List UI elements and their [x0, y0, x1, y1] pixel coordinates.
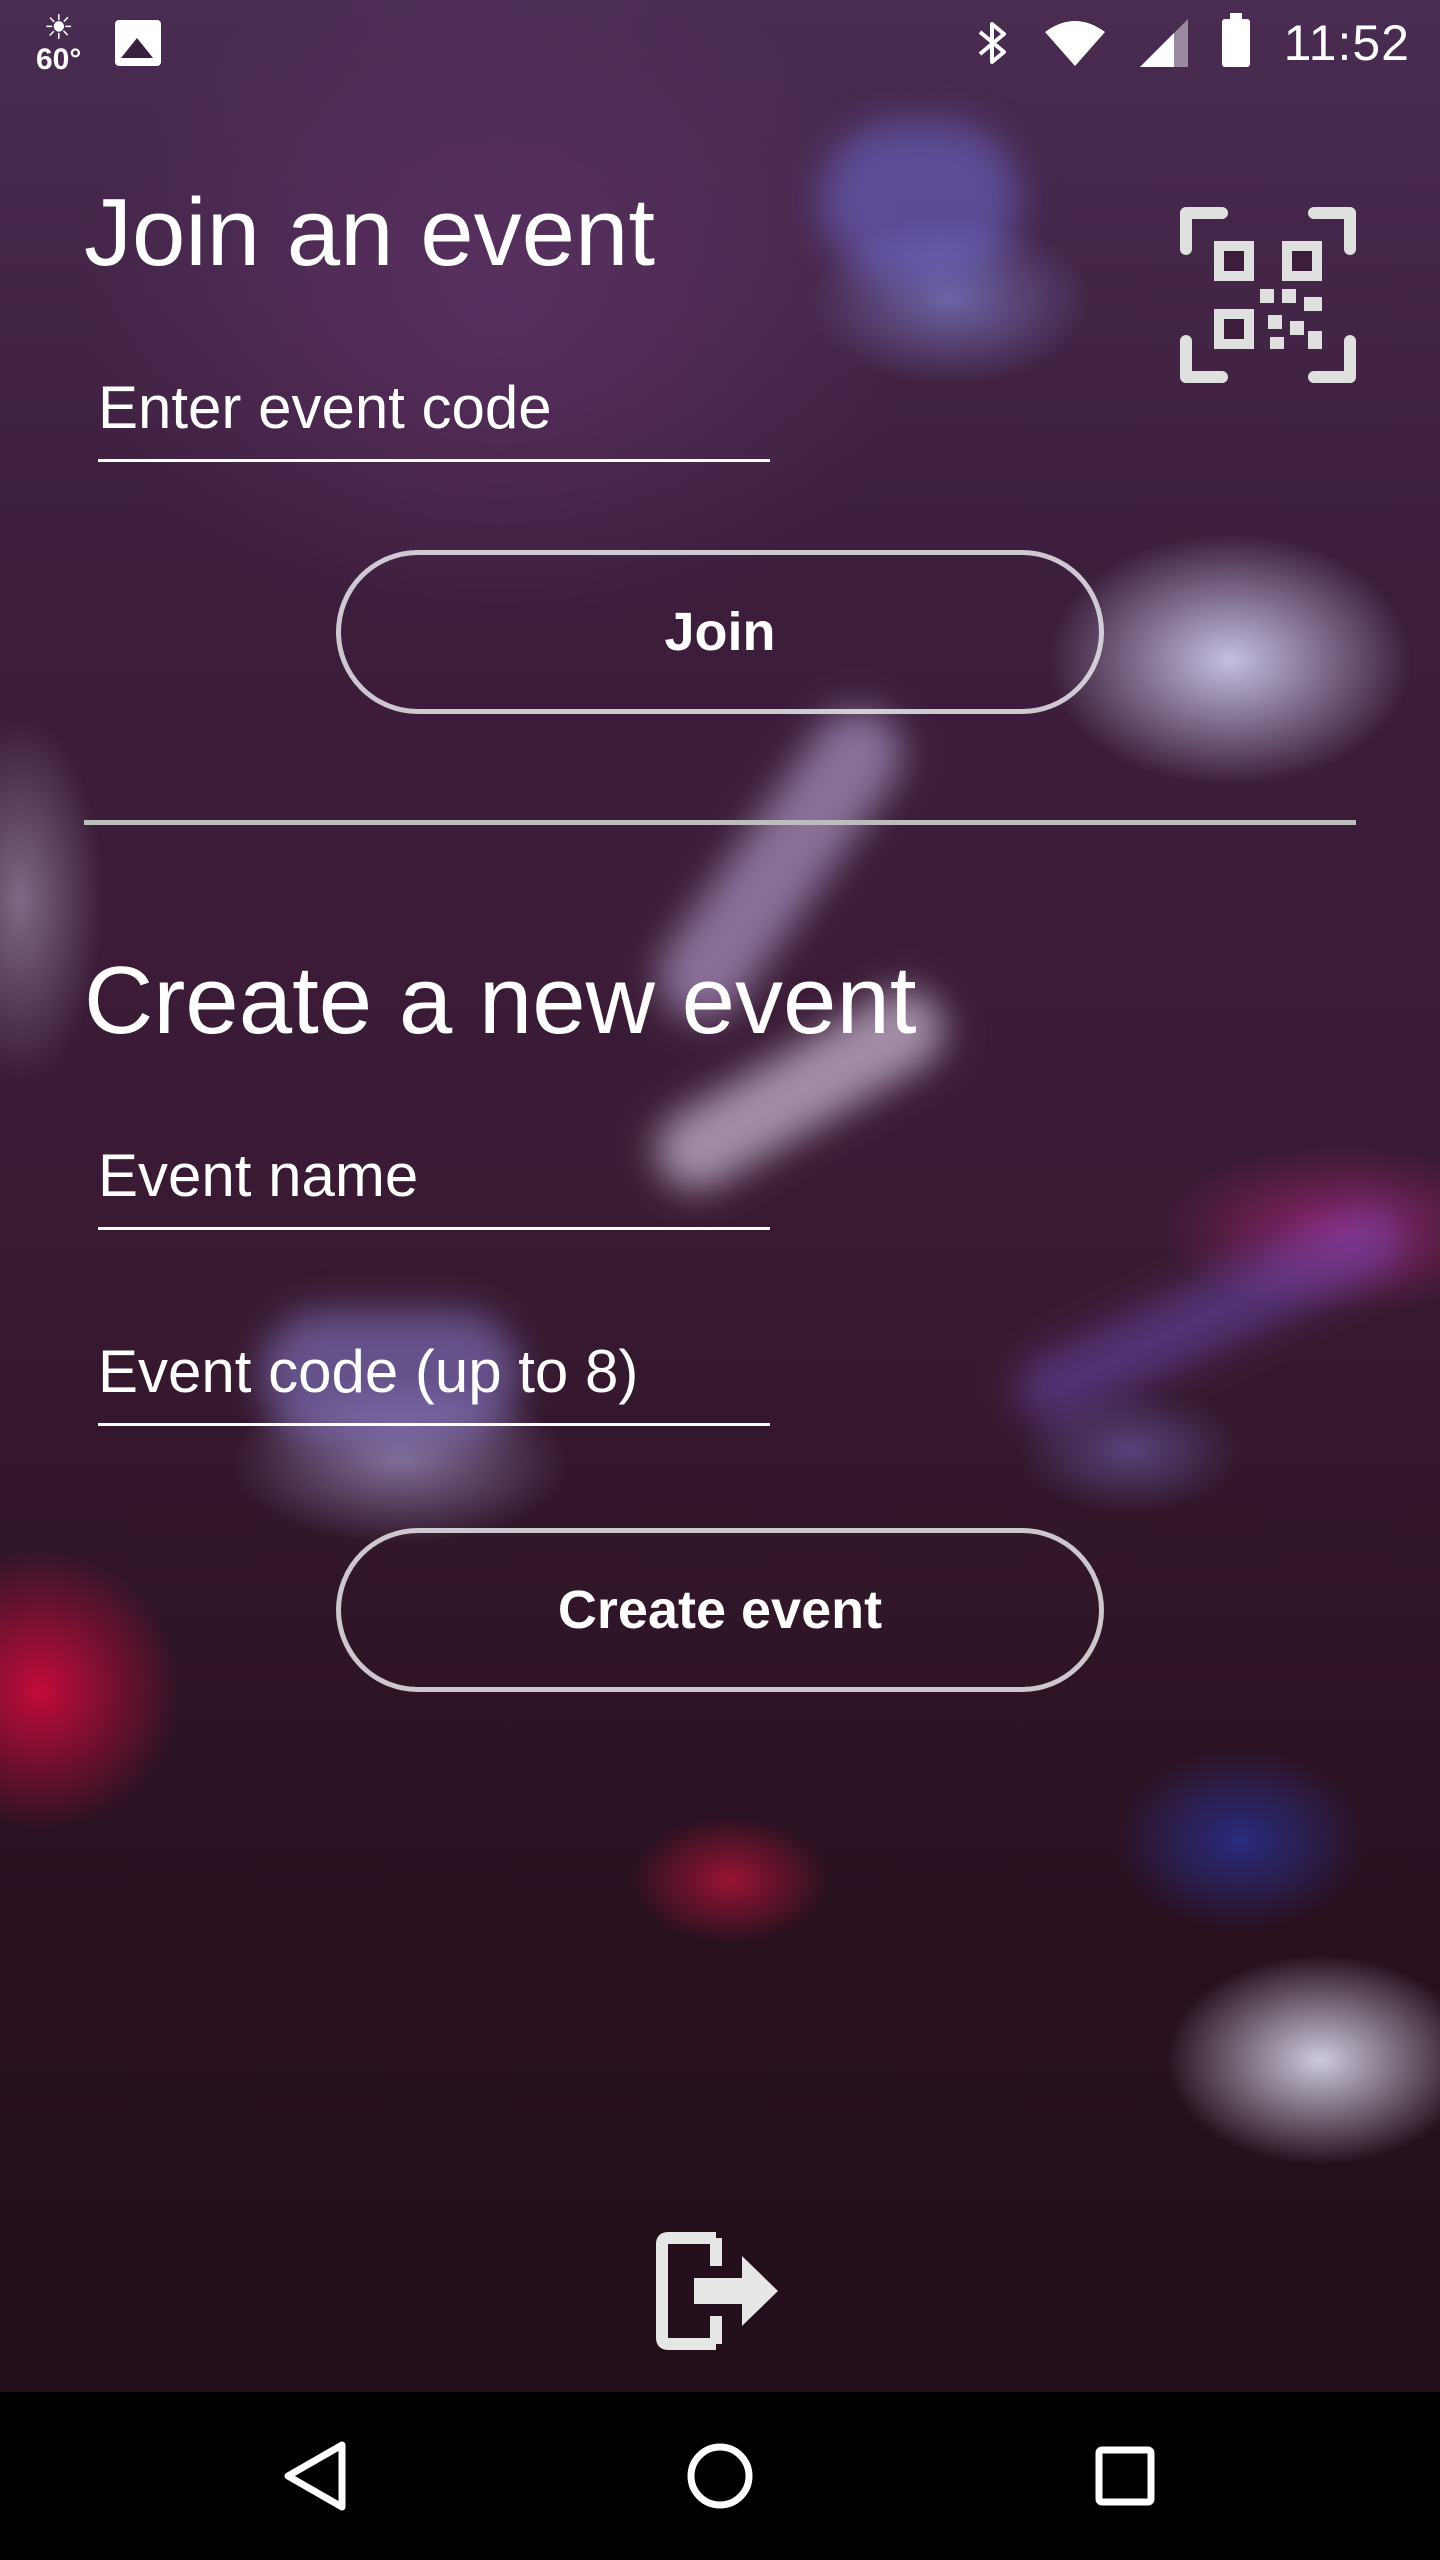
qr-code-scan-icon [1180, 207, 1356, 383]
navigation-bar [0, 2392, 1440, 2560]
event-name-input[interactable] [98, 1138, 770, 1230]
home-icon [687, 2443, 753, 2509]
new-event-code-input[interactable] [98, 1334, 770, 1426]
logout-button[interactable] [650, 2226, 790, 2356]
create-event-title: Create a new event [84, 947, 917, 1054]
nav-recents-button[interactable] [1025, 2392, 1225, 2560]
logout-icon [656, 2232, 778, 2350]
battery-icon [1221, 13, 1250, 67]
join-button[interactable]: Join [336, 550, 1104, 714]
recents-icon [1095, 2446, 1155, 2506]
back-icon [284, 2441, 346, 2511]
cell-signal-icon [1139, 19, 1188, 67]
status-left: ☀ 60° [36, 11, 162, 75]
create-event-button[interactable]: Create event [336, 1528, 1104, 1692]
wifi-icon [1044, 21, 1105, 66]
status-right: 11:52 [976, 13, 1410, 72]
nav-back-button[interactable] [215, 2392, 415, 2560]
image-notification-icon [115, 20, 162, 66]
clock: 11:52 [1283, 15, 1410, 71]
join-event-title: Join an event [84, 179, 656, 286]
bluetooth-icon [978, 22, 1006, 64]
weather-temp: 60° [36, 43, 82, 76]
section-divider [84, 820, 1356, 825]
event-code-input[interactable] [98, 370, 770, 462]
nav-home-button[interactable] [620, 2392, 820, 2560]
status-bar: ☀ 60° 11:52 [0, 0, 1440, 86]
weather-indicator: ☀ 60° [36, 11, 81, 75]
weather-sun-icon: ☀ [43, 9, 74, 47]
qr-scan-button[interactable] [1178, 205, 1358, 385]
